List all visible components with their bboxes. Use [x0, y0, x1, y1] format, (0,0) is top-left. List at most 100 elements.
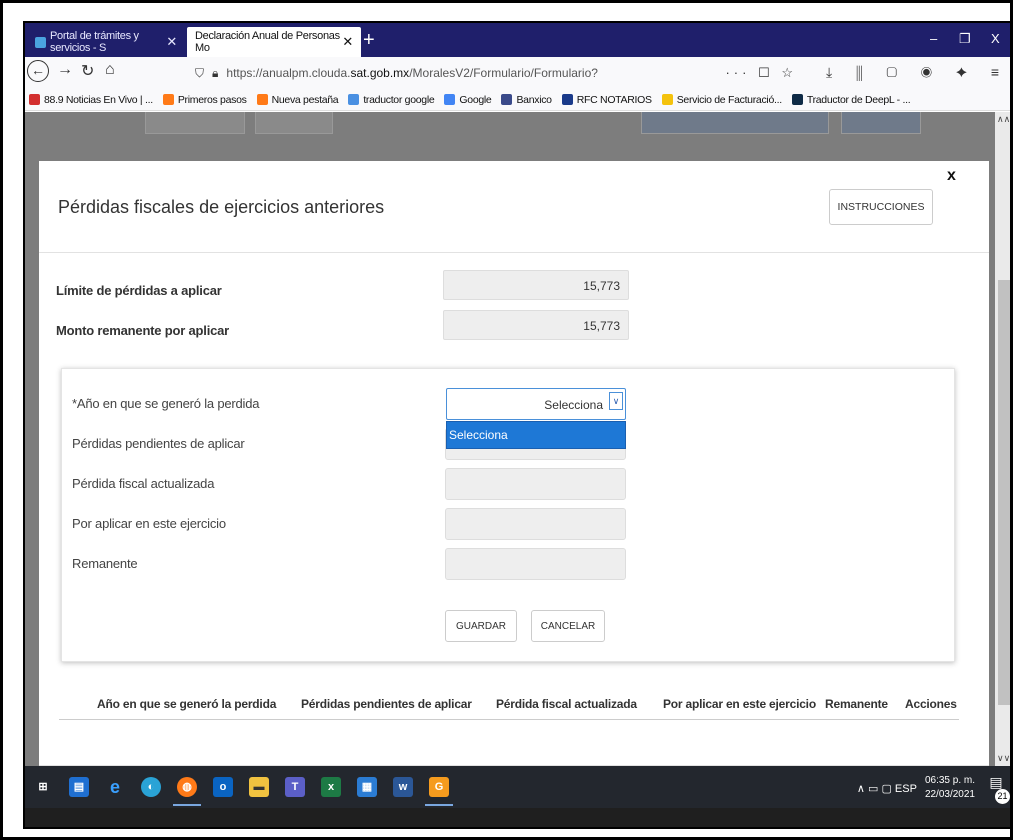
vertical-scrollbar[interactable]: ∧∧ ∨∨	[995, 112, 1010, 766]
column-header-pending: Pérdidas pendientes de aplicar	[301, 697, 472, 711]
bookmark-label: RFC NOTARIOS	[576, 93, 652, 106]
app-g-icon[interactable]: G	[425, 777, 453, 806]
navigation-bar: ← → ↻ ⌂ ⛉ 🔒︎ https://anualpm.clouda.sat.…	[25, 57, 1010, 89]
store-icon[interactable]: ▦	[357, 777, 377, 797]
screenshot-frame: Portal de trámites y servicios - S ✕ Dec…	[0, 0, 1013, 840]
pending-label: Pérdidas pendientes de aplicar	[72, 436, 245, 451]
tab-bar: Portal de trámites y servicios - S ✕ Dec…	[25, 23, 1010, 57]
bookmark-favicon-icon	[162, 94, 174, 105]
instructions-button[interactable]: INSTRUCCIONES	[829, 189, 933, 225]
firefox-icon[interactable]: ◍	[173, 777, 201, 806]
bookmark-label: Google	[459, 93, 492, 106]
clock[interactable]: 06:35 p. m. 22/03/2021	[925, 774, 975, 802]
year-label: *Año en que se generó la perdida	[72, 396, 260, 411]
bookmark-item[interactable]: Primeros pasos	[162, 93, 247, 106]
bookmark-item[interactable]: RFC NOTARIOS	[561, 93, 652, 106]
close-window-button[interactable]: X	[991, 31, 1000, 46]
column-header-actions: Acciones	[905, 697, 957, 711]
losses-modal: Pérdidas fiscales de ejercicios anterior…	[39, 161, 989, 766]
word-icon[interactable]: w	[393, 777, 413, 797]
bookmark-item[interactable]: Servicio de Facturació...	[661, 93, 782, 106]
bookmark-favicon-icon	[661, 94, 673, 105]
back-icon[interactable]: ←	[27, 60, 49, 82]
bookmark-favicon-icon	[29, 94, 40, 105]
cancel-button[interactable]: CANCELAR	[531, 610, 605, 642]
toolbar-icons[interactable]: ⤓ ⫼ ▢ ◉ ✦ ≡	[826, 64, 1009, 81]
bookmark-item[interactable]: Banxico	[501, 94, 552, 106]
close-tab-icon[interactable]: ✕	[342, 34, 353, 50]
bookmark-favicon-icon	[444, 94, 456, 105]
minimize-button[interactable]: –	[930, 31, 937, 46]
updated-field[interactable]	[445, 468, 626, 500]
background-button	[841, 112, 921, 134]
clock-time: 06:35 p. m.	[924, 775, 975, 786]
sat-portal-icon	[35, 36, 46, 48]
bookmark-item[interactable]: Nueva pestaña	[256, 94, 339, 106]
limit-value: 15,773	[443, 270, 629, 300]
bookmark-label: traductor google	[363, 93, 435, 106]
restore-button[interactable]: ❐	[959, 31, 971, 47]
lock-icon: 🔒︎	[212, 65, 219, 80]
remnant-field[interactable]	[445, 548, 626, 580]
background-button	[145, 112, 245, 134]
new-tab-button[interactable]: +	[363, 27, 375, 53]
bookmark-label: Traductor de DeepL - ...	[806, 93, 911, 106]
bookmark-favicon-icon	[791, 94, 803, 105]
apply-field[interactable]	[445, 508, 626, 540]
remaining-label: Monto remanente por aplicar	[56, 323, 230, 338]
save-button[interactable]: GUARDAR	[445, 610, 517, 642]
column-header-remnant: Remanente	[825, 697, 888, 711]
tab-declaracion[interactable]: Declaración Anual de Personas Mo ✕	[187, 27, 361, 57]
teams-icon[interactable]: T	[285, 777, 305, 797]
select-value: Selecciona	[544, 398, 603, 412]
tab-title: Portal de trámites y servicios - S	[50, 30, 139, 54]
close-tab-icon[interactable]: ✕	[166, 34, 177, 50]
url-text: https://anualpm.clouda.sat.gob.mx/Morale…	[226, 66, 598, 80]
bookmark-label: Servicio de Facturació...	[676, 93, 782, 106]
remaining-value: 15,773	[443, 310, 629, 340]
excel-icon[interactable]: x	[321, 777, 341, 797]
tab-title: Declaración Anual de Personas Mo	[195, 30, 340, 54]
home-icon[interactable]: ⌂	[105, 61, 115, 79]
chevron-down-icon[interactable]: ∨	[609, 392, 623, 410]
limit-label: Límite de pérdidas a aplicar	[56, 283, 222, 298]
address-bar[interactable]: ⛉ 🔒︎ https://anualpm.clouda.sat.gob.mx/M…	[195, 60, 795, 86]
windows-start-icon[interactable]: ⊞	[33, 777, 53, 797]
close-icon[interactable]: x	[947, 167, 956, 185]
tab-portal[interactable]: Portal de trámites y servicios - S ✕	[27, 27, 185, 57]
modal-title: Pérdidas fiscales de ejercicios anterior…	[58, 197, 385, 217]
outlook-icon[interactable]: o	[213, 777, 233, 797]
task-view-icon[interactable]: ▤	[69, 777, 89, 797]
bookmark-item[interactable]: traductor google	[348, 93, 435, 106]
column-header-updated: Pérdida fiscal actualizada	[496, 697, 637, 711]
shield-icon: ⛉	[195, 65, 205, 80]
reload-icon[interactable]: ↻	[81, 61, 94, 81]
edge-icon[interactable]: ◐	[141, 777, 161, 797]
bookmark-item[interactable]: Google	[444, 93, 492, 106]
notification-center-icon[interactable]: ▤ 21	[985, 774, 1010, 804]
column-header-year: Año en que se generó la perdida	[97, 697, 277, 711]
tray-icons[interactable]: ∧ ▭ ▢ ESP	[857, 782, 917, 795]
loss-form-card: *Año en que se generó la perdida Pérdida…	[61, 368, 955, 662]
system-tray[interactable]: ∧ ▭ ▢ ESP 06:35 p. m. 22/03/2021	[857, 774, 975, 802]
screen: Portal de trámites y servicios - S ✕ Dec…	[23, 21, 1010, 829]
bookmark-favicon-icon	[501, 94, 513, 105]
file-explorer-icon[interactable]: ▬	[249, 777, 269, 797]
scrollbar-thumb[interactable]	[998, 280, 1010, 705]
bookmark-favicon-icon	[348, 94, 360, 105]
bookmark-item[interactable]: Traductor de DeepL - ...	[791, 93, 911, 106]
divider	[39, 252, 989, 253]
bookmarks-bar: 88.9 Noticias En Vivo | ... Primeros paso…	[25, 89, 1010, 111]
table-divider	[59, 719, 959, 720]
bookmark-label: Primeros pasos	[177, 93, 247, 106]
forward-icon[interactable]: →	[57, 61, 73, 79]
year-select[interactable]: Selecciona ∨	[446, 388, 626, 420]
scroll-down-icon[interactable]: ∨∨	[997, 753, 1010, 764]
scroll-up-icon[interactable]: ∧∧	[997, 114, 1010, 125]
bookmark-favicon-icon	[256, 94, 268, 105]
ie-icon[interactable]: e	[105, 777, 125, 797]
column-header-apply: Por aplicar en este ejercicio	[663, 697, 816, 711]
page-actions[interactable]: ··· ☐ ☆	[725, 65, 797, 81]
year-dropdown-option[interactable]: Selecciona	[446, 421, 626, 449]
bookmark-item[interactable]: 88.9 Noticias En Vivo | ...	[29, 94, 153, 106]
